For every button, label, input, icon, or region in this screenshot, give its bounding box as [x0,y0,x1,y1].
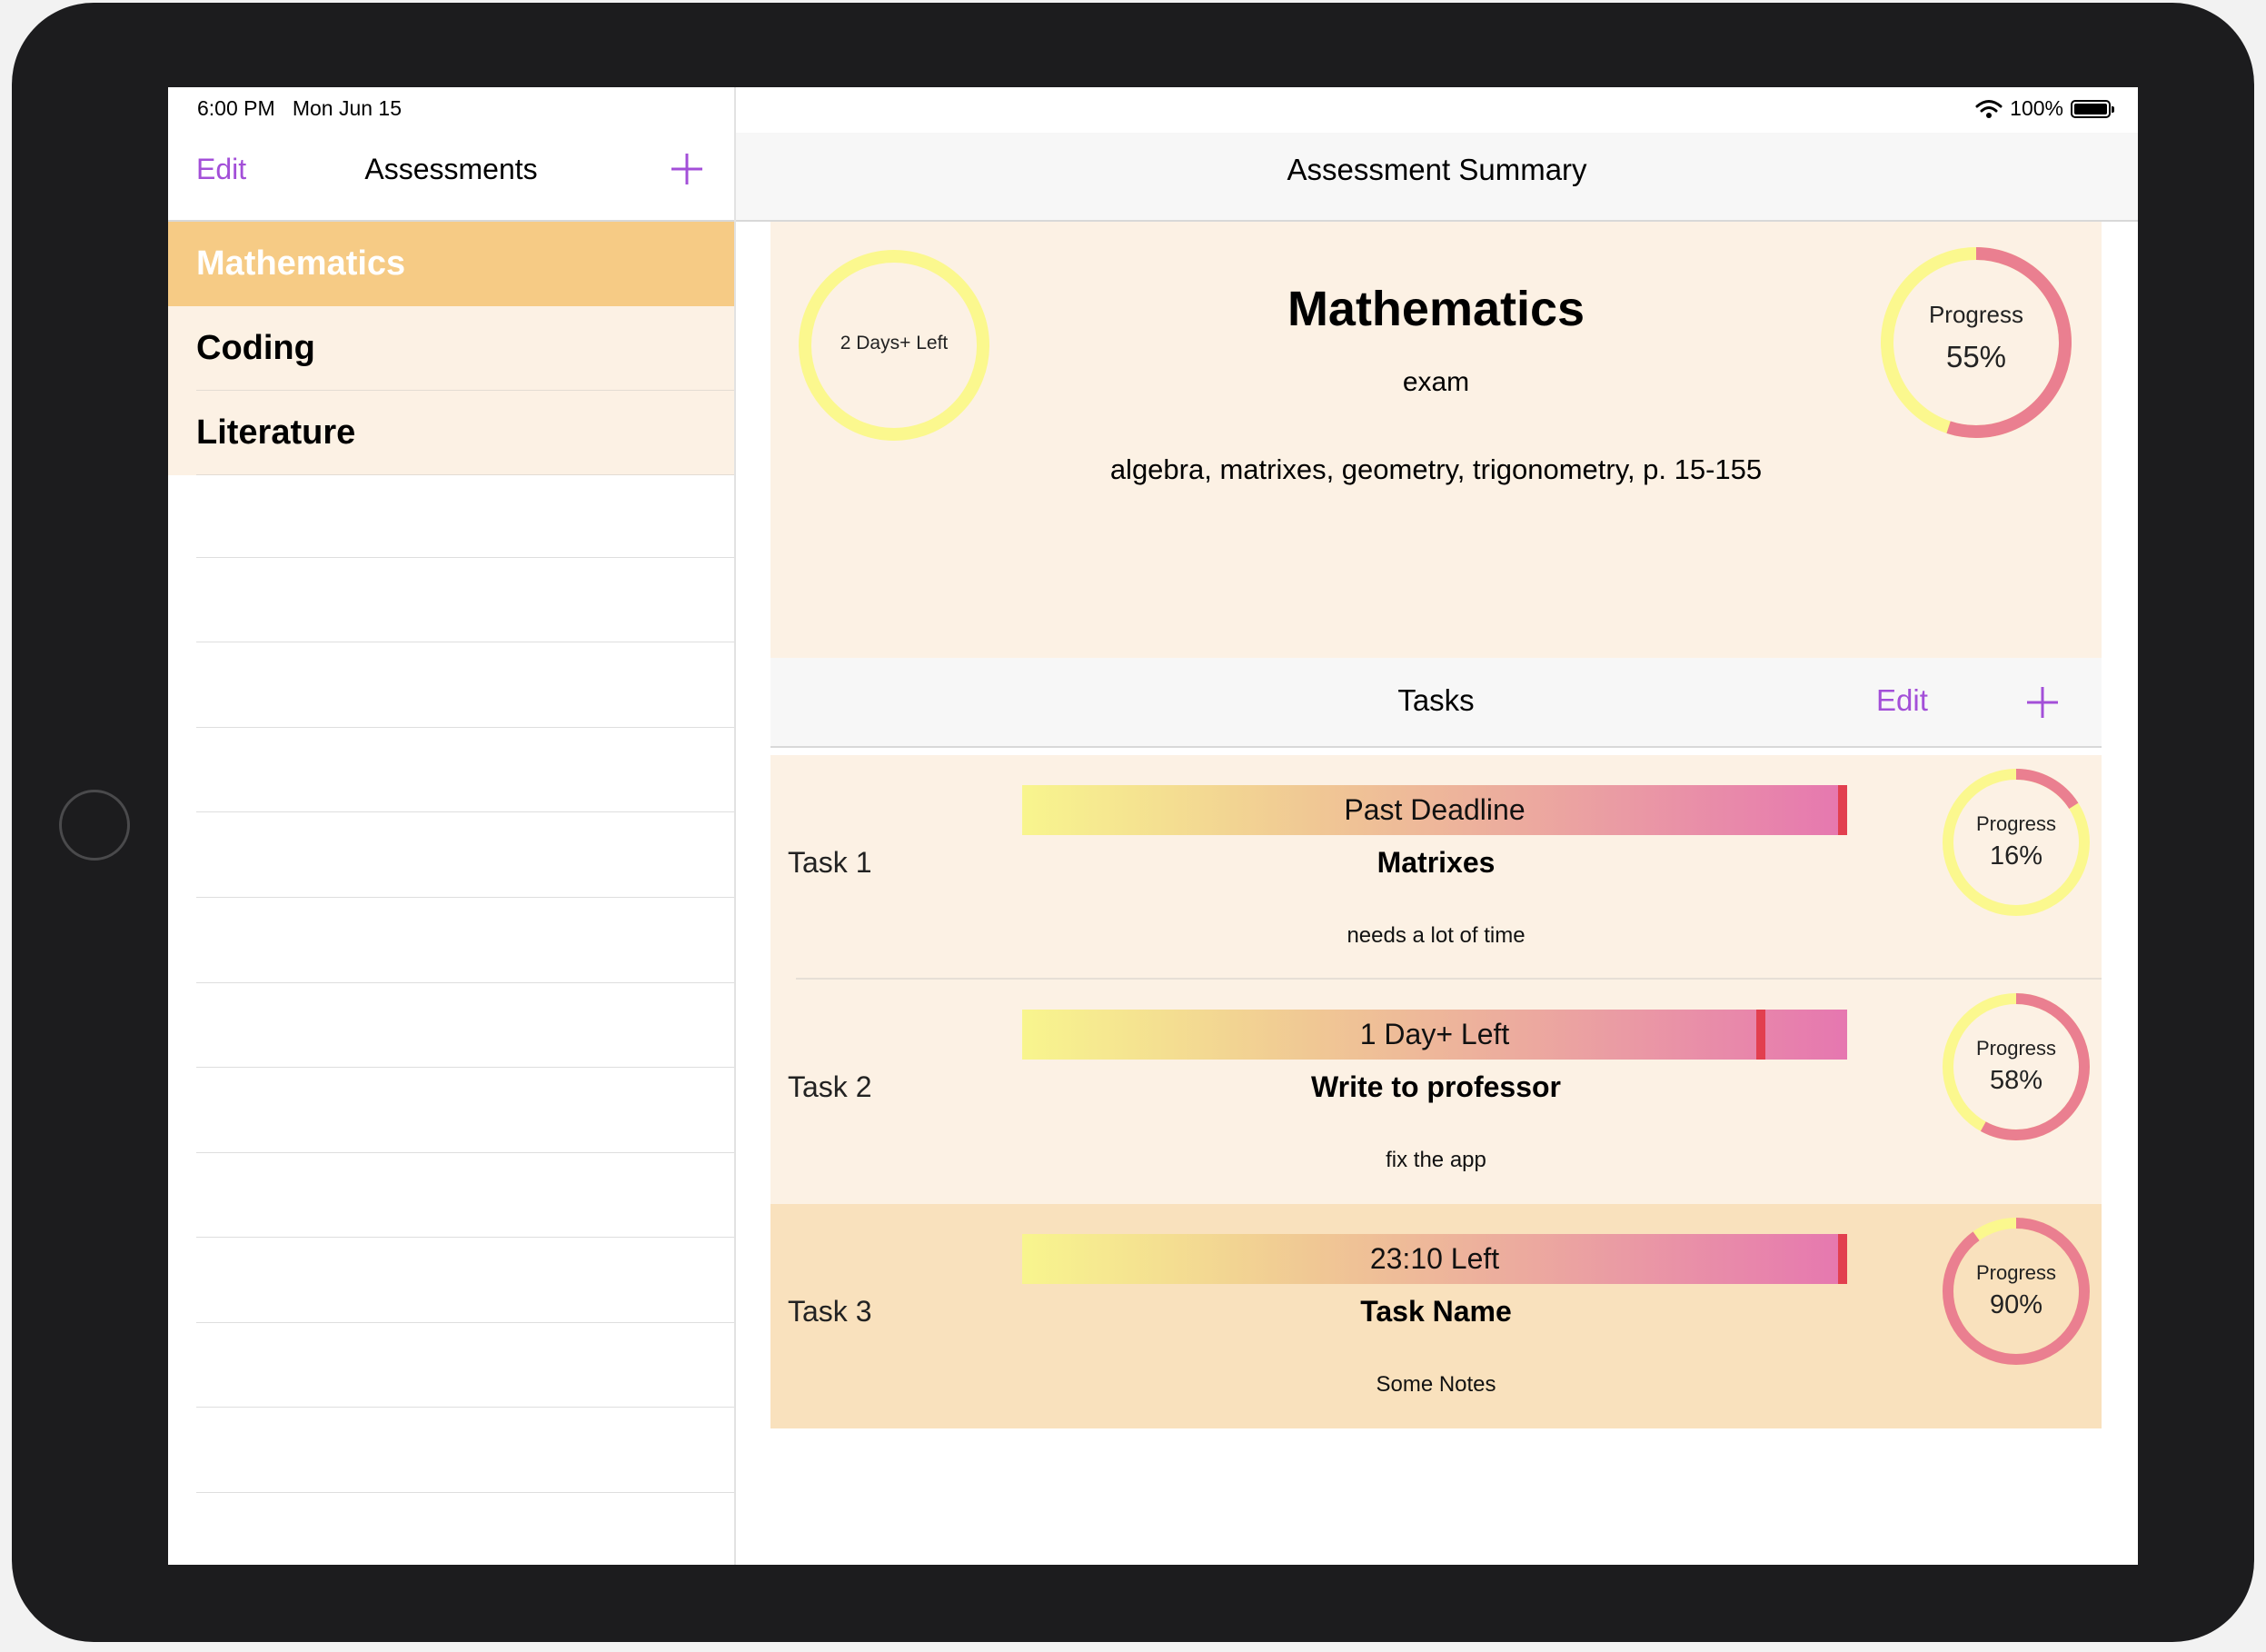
deadline-text: 23:10 Left [1369,1242,1500,1275]
progress-percent: 16% [1989,841,2043,871]
deadline-text: Past Deadline [1344,793,1526,826]
assessment-description: algebra, matrixes, geometry, trigonometr… [1109,453,1763,485]
row-divider [196,474,734,475]
task-progress-ring: Progress 16% [1941,767,2092,918]
deadline-bar: 1 Day+ Left [1022,1010,1847,1060]
progress-percent: 90% [1989,1290,2043,1319]
empty-row-divider [196,897,734,898]
add-task-icon[interactable] [2025,685,2060,720]
deadline-bar: 23:10 Left [1022,1234,1847,1284]
progress-label: Progress [1928,301,2024,328]
task-row[interactable]: Task 1 Past Deadline Matrixes needs a lo… [770,755,2102,980]
deadline-bar: Past Deadline [1022,785,1847,835]
status-time: 6:00 PM [197,96,275,120]
task-title: Matrixes [1376,846,1496,879]
empty-row-divider [196,811,734,812]
battery-percent: 100% [2010,96,2063,120]
progress-percent: 58% [1989,1066,2043,1095]
sidebar-item-mathematics[interactable]: Mathematics [168,222,734,306]
detail-pane: 100% Assessment Summary 2 Days+ Left Mat… [736,87,2138,1565]
empty-row-divider [196,1237,734,1238]
sidebar-item-label: Mathematics [196,244,406,283]
days-left-ring: 2 Days+ Left [798,249,990,442]
assessments-title: Assessments [364,153,538,185]
task-notes: Some Notes [1376,1372,1496,1397]
battery-icon [2071,99,2114,118]
task-title: Task Name [1360,1295,1512,1328]
empty-row-divider [196,557,734,558]
progress-percent: 55% [1945,340,2007,373]
empty-row-divider [196,727,734,728]
status-date: Mon Jun 15 [292,96,403,120]
task-row[interactable]: Task 3 23:10 Left Task Name Some Notes P… [770,1204,2102,1428]
task-title: Write to professor [1311,1070,1561,1103]
assessment-summary-card: 2 Days+ Left Mathematics exam algebra, m… [770,222,2102,658]
task-progress-ring: Progress 58% [1941,991,2092,1142]
summary-navbar: Assessment Summary [736,133,2138,222]
sidebar-item-label: Coding [196,329,315,367]
screen: 6:00 PM Mon Jun 15 Edit Assessments Math… [168,87,2138,1565]
empty-row-divider [196,1152,734,1153]
status-time-date: 6:00 PM Mon Jun 15 [197,96,402,121]
progress-label: Progress [1975,1261,2057,1284]
master-pane: 6:00 PM Mon Jun 15 Edit Assessments Math… [168,87,736,1565]
wifi-icon [1975,99,2003,118]
sidebar-item-literature[interactable]: Literature [168,391,734,475]
empty-row-divider [196,1492,734,1493]
tasks-section-header: Tasks Edit [770,658,2102,748]
edit-tasks-button[interactable]: Edit [1876,683,1928,718]
summary-nav-title: Assessment Summary [1287,153,1587,186]
task-notes: needs a lot of time [1347,923,1526,948]
task-row[interactable]: Task 2 1 Day+ Left Write to professor fi… [770,980,2102,1204]
task-progress-ring: Progress 90% [1941,1216,2092,1367]
sidebar-item-coding[interactable]: Coding [168,306,734,391]
progress-label: Progress [1975,1037,2057,1060]
empty-row-divider [196,1322,734,1323]
assessments-navbar: Edit Assessments [168,133,734,222]
empty-row-divider [196,1067,734,1068]
empty-row-divider [196,1407,734,1408]
sidebar-item-label: Literature [196,413,356,452]
empty-row-divider [196,982,734,983]
task-notes: fix the app [1386,1148,1486,1172]
progress-label: Progress [1975,812,2057,835]
home-button[interactable] [59,790,130,861]
add-assessment-icon[interactable] [670,152,704,186]
ipad-frame: 6:00 PM Mon Jun 15 Edit Assessments Math… [12,3,2254,1642]
status-right: 100% [1975,96,2114,121]
summary-progress-ring: Progress 55% [1878,244,2074,441]
deadline-text: 1 Day+ Left [1359,1018,1510,1050]
